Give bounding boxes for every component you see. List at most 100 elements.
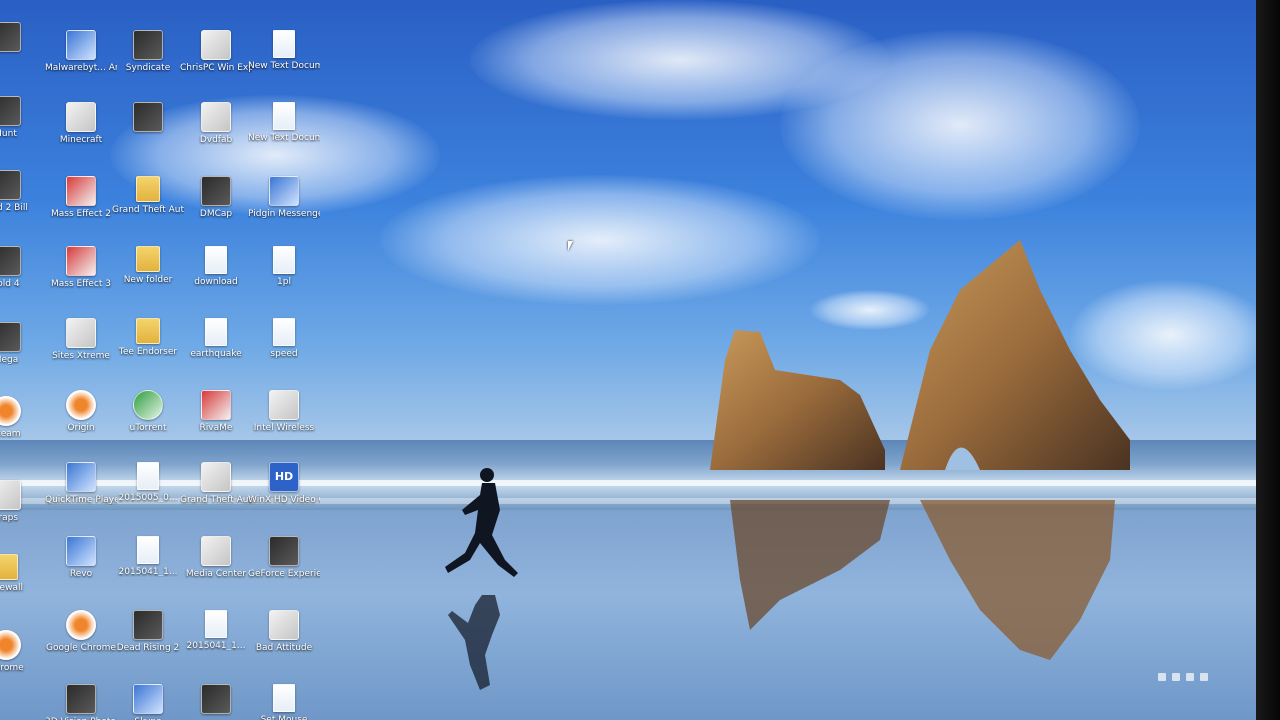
- desktop-icon[interactable]: ChrisPC Win Experience: [180, 30, 252, 73]
- wallpaper-runner: [445, 468, 518, 690]
- desktop-icon[interactable]: Mega: [0, 322, 42, 365]
- desktop-icon[interactable]: Set Mouse: [248, 684, 320, 720]
- desktop-icon[interactable]: New Text Docume...: [248, 30, 320, 71]
- game-icon: [201, 684, 231, 714]
- desktop-icon[interactable]: Revo: [45, 536, 117, 579]
- desktop-icon[interactable]: Minecraft: [45, 102, 117, 145]
- desktop-icon[interactable]: [112, 102, 184, 135]
- desktop-icon[interactable]: Hunt: [0, 96, 42, 139]
- folder-icon: [136, 176, 160, 202]
- desktop-icon-label: Dvdfab: [199, 135, 233, 145]
- desktop-icon-label: Intel Wireless: [253, 423, 315, 433]
- desktop-icon[interactable]: Firewall: [0, 554, 42, 593]
- desktop-icon[interactable]: Fold 4: [0, 246, 42, 289]
- game-icon: [0, 170, 21, 200]
- desktop-icon-label: 1pl: [277, 277, 291, 287]
- desktop-icon[interactable]: Origin: [45, 390, 117, 433]
- image-file-icon: [273, 246, 295, 274]
- desktop-icon[interactable]: 3D Vision Photo Viewer: [45, 684, 117, 720]
- wallpaper-rocks: [710, 240, 1130, 470]
- network-icon[interactable]: [1158, 673, 1166, 681]
- desktop-icon[interactable]: New Text Document: [248, 102, 320, 143]
- volume-icon[interactable]: [1172, 673, 1180, 681]
- desktop-icon-label: Mass Effect 3: [50, 279, 111, 289]
- desktop-icon[interactable]: QuickTime Player: [45, 462, 117, 505]
- desktop-icon[interactable]: download: [180, 246, 252, 287]
- desktop-icon-label: New Text Docume...: [248, 61, 320, 71]
- desktop-icon-label: RivaMe: [199, 423, 233, 433]
- desktop-icon[interactable]: GeForce Experience: [248, 536, 320, 579]
- desktop-icon-label: Sites Xtreme: [52, 351, 110, 361]
- desktop-icon[interactable]: Google Chrome: [45, 610, 117, 653]
- desktop-icon-label: Syndicate: [125, 63, 171, 73]
- desktop-icon[interactable]: RivaMe: [180, 390, 252, 433]
- desktop-icon-label: GeForce Experience: [248, 569, 320, 579]
- game-icon: [201, 462, 231, 492]
- desktop-icon-label: 2015041_1...: [186, 641, 246, 651]
- monitor-bezel: [1256, 0, 1280, 720]
- desktop-icon[interactable]: [0, 22, 42, 55]
- game-icon: [0, 396, 21, 426]
- desktop-icon[interactable]: speed: [248, 318, 320, 359]
- desktop-icon[interactable]: Bad Attitude: [248, 610, 320, 653]
- desktop-icon-label: WinX HD Video Converter: [248, 495, 320, 505]
- mouse-cursor: [568, 241, 573, 251]
- desktop-icon[interactable]: Malwarebyt... Anti-Malware: [45, 30, 117, 73]
- image-file-icon: [205, 318, 227, 346]
- desktop-icon[interactable]: Fold 2 Bill: [0, 170, 42, 213]
- app-icon: [269, 610, 299, 640]
- desktop-icon[interactable]: Grand Theft Auto 3: [112, 176, 184, 215]
- shield-icon: [66, 30, 96, 60]
- desktop-icon[interactable]: Steam: [0, 396, 42, 439]
- desktop-icon[interactable]: earthquake: [180, 318, 252, 359]
- desktop-icon-label: Minecraft: [59, 135, 103, 145]
- desktop-icon[interactable]: DMCap: [180, 176, 252, 219]
- battery-icon[interactable]: [1186, 673, 1194, 681]
- desktop-icon[interactable]: 2015005_0...: [112, 462, 184, 503]
- desktop-icon-label: Media Center: [185, 569, 247, 579]
- desktop-icon[interactable]: Intel Wireless: [248, 390, 320, 433]
- desktop-icon[interactable]: Mass Effect 3: [45, 246, 117, 289]
- desktop-icon[interactable]: Chrome: [0, 630, 42, 673]
- game-icon: [0, 246, 21, 276]
- desktop-icon[interactable]: Grand Theft Auto V: [180, 462, 252, 505]
- desktop-icon[interactable]: Dvdfab: [180, 102, 252, 145]
- desktop-icon-label: Revo: [69, 569, 93, 579]
- notification-icon[interactable]: [1200, 673, 1208, 681]
- wallpaper-cloud: [780, 30, 1140, 220]
- desktop-icon[interactable]: Tee Endorser: [112, 318, 184, 357]
- desktop-icon-label: ChrisPC Win Experience: [180, 63, 252, 73]
- desktop-icon-label: Malwarebyt... Anti-Malware: [45, 63, 117, 73]
- desktop-icon[interactable]: HD WinX HD Video Converter: [248, 462, 320, 505]
- desktop-icon[interactable]: Media Center: [180, 536, 252, 579]
- desktop-icon[interactable]: 2015041_1...: [112, 536, 184, 577]
- desktop-icon-label: 2015005_0...: [118, 493, 178, 503]
- desktop-icon[interactable]: uTorrent: [112, 390, 184, 433]
- origin-icon: [66, 390, 96, 420]
- desktop-icon[interactable]: [180, 684, 252, 717]
- media-icon: [201, 536, 231, 566]
- desktop-icon[interactable]: Sites Xtreme: [45, 318, 117, 361]
- desktop-icon-label: Pidgin Messenger: [248, 209, 320, 219]
- desktop-icon[interactable]: New folder: [112, 246, 184, 285]
- desktop-icon[interactable]: 2015041_1...: [180, 610, 252, 651]
- desktop-icon[interactable]: Syndicate: [112, 30, 184, 73]
- desktop-icon-label: Mass Effect 2: [50, 209, 111, 219]
- desktop-icon[interactable]: Fraps: [0, 480, 42, 523]
- image-file-icon: [273, 318, 295, 346]
- game-icon: [133, 610, 163, 640]
- desktop-icon-label: Origin: [67, 423, 95, 433]
- desktop-icon[interactable]: Dead Rising 2: [112, 610, 184, 653]
- desktop-icon[interactable]: Skype: [112, 684, 184, 720]
- desktop-icon-label: DMCap: [199, 209, 233, 219]
- desktop-icon-label: Set Mouse: [260, 715, 308, 720]
- game-icon: [133, 102, 163, 132]
- desktop-icon[interactable]: Pidgin Messenger: [248, 176, 320, 219]
- app-icon: [66, 318, 96, 348]
- desktop-icon[interactable]: Mass Effect 2: [45, 176, 117, 219]
- desktop-screen: Hunt Fold 2 Bill Fold 4 Mega Steam Fraps…: [0, 0, 1268, 720]
- game-icon: [66, 102, 96, 132]
- nvidia-icon: [269, 536, 299, 566]
- desktop-icon[interactable]: 1pl: [248, 246, 320, 287]
- desktop-icon-label: earthquake: [190, 349, 242, 359]
